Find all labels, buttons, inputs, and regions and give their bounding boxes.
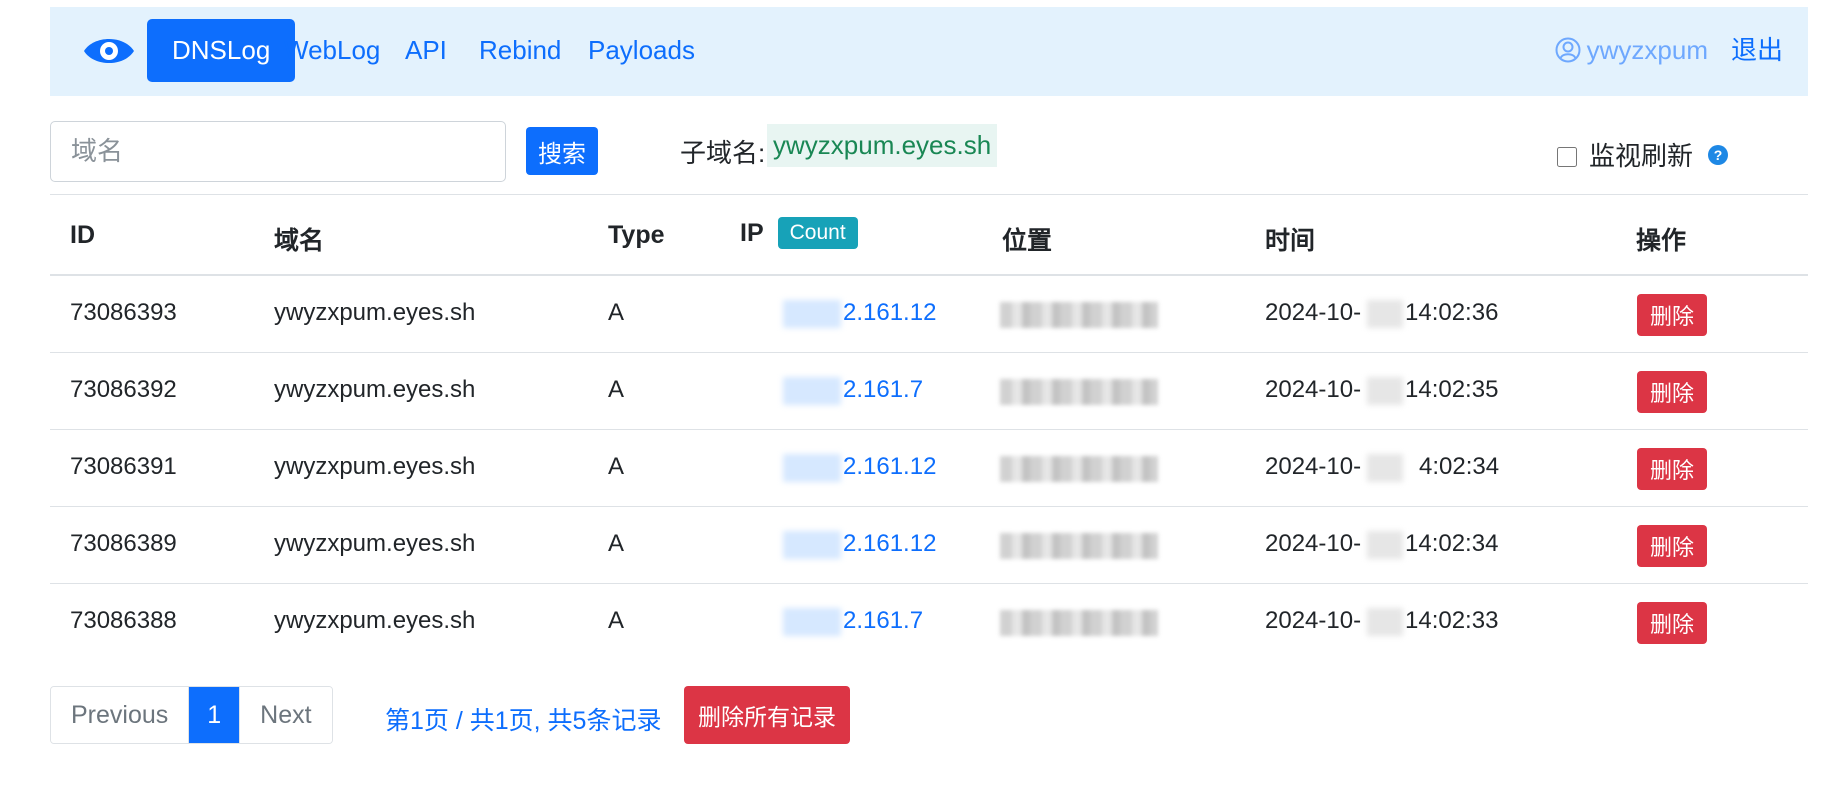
cell-time-clock: 14:02:34 (1405, 530, 1499, 557)
header-ip-label: IP (740, 219, 764, 247)
cell-domain: ywyzxpum.eyes.sh (274, 530, 476, 557)
redacted-ip (783, 608, 841, 636)
redacted-ip (783, 531, 841, 559)
cell-time-clock: 14:02:33 (1405, 607, 1499, 634)
cell-domain: ywyzxpum.eyes.sh (274, 376, 476, 403)
redacted-location (1000, 610, 1158, 636)
subdomain-label: 子域名: (680, 138, 766, 168)
table-row: 73086391 ywyzxpum.eyes.sh A 2.161.12 202… (50, 430, 1808, 507)
table-row: 73086393 ywyzxpum.eyes.sh A 2.161.12 202… (50, 276, 1808, 353)
cell-id: 73086393 (70, 299, 177, 326)
delete-row-button[interactable]: 删除 (1637, 294, 1707, 336)
cell-domain: ywyzxpum.eyes.sh (274, 453, 476, 480)
header-action: 操作 (1636, 227, 1687, 255)
search-button[interactable]: 搜索 (526, 127, 598, 175)
delete-row-button[interactable]: 删除 (1637, 371, 1707, 413)
redacted-ip (783, 454, 841, 482)
next-page-button[interactable]: Next (240, 687, 332, 743)
redacted-date (1367, 377, 1403, 405)
cell-type: A (608, 607, 625, 634)
cell-type: A (608, 453, 625, 480)
header-location: 位置 (1002, 227, 1053, 255)
cell-time-date: 2024-10- (1265, 607, 1362, 634)
header-type: Type (608, 221, 665, 249)
cell-id: 73086392 (70, 376, 177, 403)
count-badge[interactable]: Count (777, 217, 858, 249)
eye-icon[interactable] (82, 33, 136, 69)
cell-id: 73086389 (70, 530, 177, 557)
domain-search-input[interactable] (50, 121, 506, 182)
subdomain-value: ywyzxpum.eyes.sh (767, 124, 998, 167)
user-menu[interactable]: ywyzxpum (1555, 19, 1708, 82)
redacted-ip (783, 300, 841, 328)
cell-ip-link[interactable]: 2.161.7 (843, 607, 923, 635)
cell-time-date: 2024-10- (1265, 453, 1362, 480)
cell-domain: ywyzxpum.eyes.sh (274, 607, 476, 634)
monitor-refresh-label: 监视刷新 (1589, 141, 1694, 171)
username: ywyzxpum (1586, 35, 1708, 65)
delete-all-records-button[interactable]: 删除所有记录 (684, 686, 850, 744)
redacted-ip (783, 377, 841, 405)
cell-id: 73086391 (70, 453, 177, 480)
cell-id: 73086388 (70, 607, 177, 634)
cell-time-date: 2024-10- (1265, 299, 1362, 326)
cell-type: A (608, 530, 625, 557)
table-row: 73086392 ywyzxpum.eyes.sh A 2.161.7 2024… (50, 353, 1808, 430)
cell-time-clock: 4:02:34 (1419, 453, 1500, 480)
redacted-date (1367, 300, 1403, 328)
help-icon[interactable]: ? (1708, 145, 1728, 165)
delete-row-button[interactable]: 删除 (1637, 448, 1707, 490)
pagination: Previous 1 Next (50, 686, 333, 744)
table-row: 73086388 ywyzxpum.eyes.sh A 2.161.7 2024… (50, 584, 1808, 661)
header-domain: 域名 (274, 227, 325, 255)
navbar: DNSLog WebLog API Rebind Payloads ywyzxp… (50, 7, 1808, 96)
header-ip: IP Count (740, 217, 858, 249)
redacted-location (1000, 379, 1158, 405)
cell-type: A (608, 376, 625, 403)
cell-time-date: 2024-10- (1265, 530, 1362, 557)
redacted-date (1367, 454, 1403, 482)
cell-domain: ywyzxpum.eyes.sh (274, 299, 476, 326)
header-id: ID (70, 221, 95, 249)
cell-time-clock: 14:02:35 (1405, 376, 1499, 403)
logout-link[interactable]: 退出 (1731, 19, 1783, 82)
cell-time-date: 2024-10- (1265, 376, 1362, 403)
page-1-button[interactable]: 1 (189, 687, 241, 743)
table-header: ID 域名 Type IP Count 位置 时间 操作 (50, 194, 1808, 276)
cell-ip-link[interactable]: 2.161.12 (843, 530, 936, 558)
redacted-date (1367, 531, 1403, 559)
cell-ip-link[interactable]: 2.161.12 (843, 299, 936, 327)
nav-payloads[interactable]: Payloads (563, 19, 720, 82)
records-table: ID 域名 Type IP Count 位置 时间 操作 73086393 ywy… (50, 194, 1808, 661)
table-row: 73086389 ywyzxpum.eyes.sh A 2.161.12 202… (50, 507, 1808, 584)
cell-ip-link[interactable]: 2.161.12 (843, 453, 936, 481)
redacted-location (1000, 302, 1158, 328)
monitor-refresh-toggle[interactable]: 监视刷新 (1557, 136, 1693, 173)
redacted-date (1367, 608, 1403, 636)
page-info: 第1页 / 共1页, 共5条记录 (385, 707, 662, 735)
header-time: 时间 (1265, 227, 1316, 255)
cell-type: A (608, 299, 625, 326)
redacted-location (1000, 533, 1158, 559)
delete-row-button[interactable]: 删除 (1637, 602, 1707, 644)
monitor-refresh-checkbox[interactable] (1557, 147, 1577, 167)
cell-time-clock: 14:02:36 (1405, 299, 1499, 326)
previous-page-button[interactable]: Previous (51, 687, 190, 743)
delete-row-button[interactable]: 删除 (1637, 525, 1707, 567)
cell-ip-link[interactable]: 2.161.7 (843, 376, 923, 404)
redacted-location (1000, 456, 1158, 482)
user-circle-icon (1555, 37, 1581, 63)
